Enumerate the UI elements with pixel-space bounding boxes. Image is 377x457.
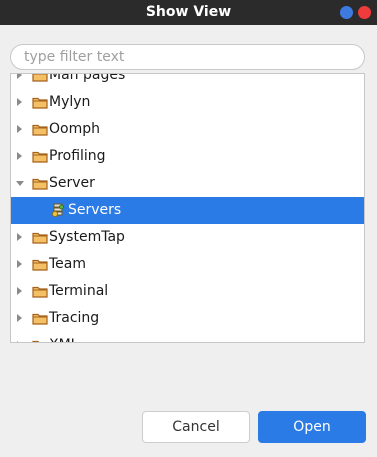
collapse-arrow-icon[interactable] [16, 181, 24, 186]
tree-item-label: Oomph [49, 121, 100, 137]
window-button-blue[interactable] [340, 6, 353, 19]
open-button[interactable]: Open [258, 411, 366, 443]
expand-arrow-icon[interactable] [17, 341, 22, 342]
close-button[interactable] [358, 6, 371, 19]
servers-icon [52, 203, 64, 217]
folder-icon [32, 151, 48, 163]
tree-item-label: Servers [68, 202, 122, 218]
tree-item-xml[interactable]: XML [11, 332, 364, 342]
folder-icon [32, 124, 48, 136]
tree-item-label: Profiling [49, 148, 106, 164]
expand-arrow-icon[interactable] [17, 98, 22, 106]
view-tree[interactable]: Man pages Mylyn Oomph Profiling Server S… [10, 73, 365, 343]
tree-item-terminal[interactable]: Terminal [11, 278, 364, 305]
tree-item-tracing[interactable]: Tracing [11, 305, 364, 332]
filter-input[interactable] [10, 44, 365, 70]
window-title: Show View [145, 4, 232, 20]
tree-item-profiling[interactable]: Profiling [11, 143, 364, 170]
folder-icon [32, 97, 48, 109]
tree-item-mylyn[interactable]: Mylyn [11, 89, 364, 116]
tree-item-label: Team [49, 256, 87, 272]
tree-item-label: SystemTap [49, 229, 125, 245]
expand-arrow-icon[interactable] [17, 125, 22, 133]
expand-arrow-icon[interactable] [17, 314, 22, 322]
folder-icon [32, 259, 48, 271]
tree-item-label: Man pages [49, 73, 126, 83]
cancel-button[interactable]: Cancel [142, 411, 250, 443]
tree-item-label: Terminal [49, 283, 109, 299]
tree-item-label: Tracing [49, 310, 100, 326]
tree-item-servers[interactable]: Servers [11, 197, 364, 224]
tree-item-team[interactable]: Team [11, 251, 364, 278]
folder-icon [32, 232, 48, 244]
expand-arrow-icon[interactable] [17, 233, 22, 241]
tree-item-label: Mylyn [49, 94, 91, 110]
tree-item-label: XML [49, 332, 78, 342]
tree-item-label: Server [49, 175, 95, 191]
tree-item-man-pages[interactable]: Man pages [11, 73, 364, 89]
expand-arrow-icon[interactable] [17, 287, 22, 295]
folder-icon [32, 340, 40, 342]
title-bar: Show View [0, 0, 377, 25]
tree-item-oomph[interactable]: Oomph [11, 116, 364, 143]
tree-item-systemtap[interactable]: SystemTap [11, 224, 364, 251]
folder-open-icon [32, 178, 48, 190]
folder-icon [32, 74, 48, 82]
expand-arrow-icon[interactable] [17, 260, 22, 268]
tree-item-server[interactable]: Server [11, 170, 364, 197]
folder-icon [32, 286, 48, 298]
folder-icon [32, 313, 48, 325]
expand-arrow-icon[interactable] [17, 74, 22, 79]
expand-arrow-icon[interactable] [17, 152, 22, 160]
